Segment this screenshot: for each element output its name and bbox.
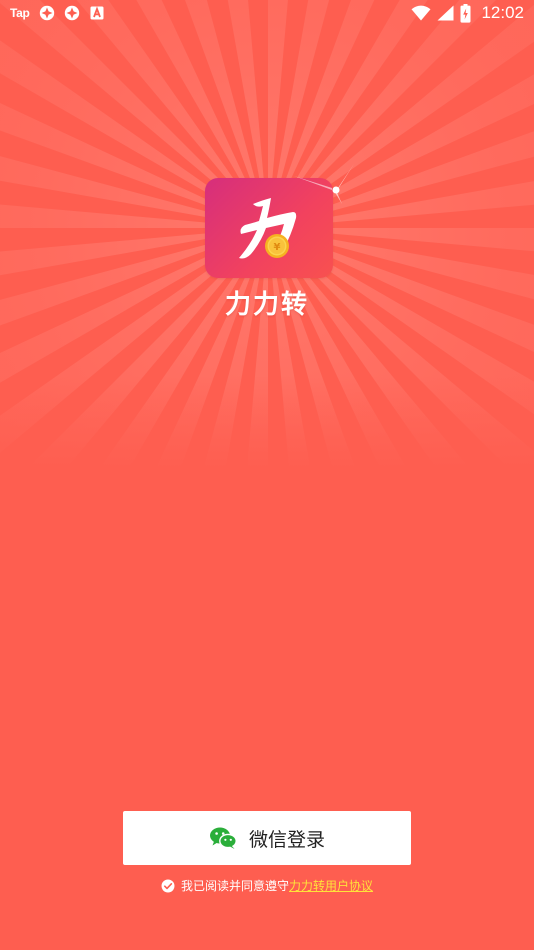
wechat-login-label: 微信登录 [248, 828, 325, 851]
wechat-login-button[interactable]: 微信登录 [123, 811, 411, 865]
notification-icons: Tap [10, 5, 105, 21]
wifi-icon [411, 5, 431, 21]
signal-icon [437, 5, 454, 21]
svg-text:¥: ¥ [274, 242, 281, 253]
accessibility-app-icon [90, 6, 104, 20]
app-name: 力力转 [224, 290, 309, 320]
game-app-icon [39, 5, 54, 21]
wechat-icon [209, 827, 237, 849]
system-status-icons: 12:02 [411, 3, 524, 23]
game-app-icon-2 [64, 5, 79, 21]
tap-app-icon: Tap [10, 6, 30, 20]
agreement-row: 我已阅读并同意遵守 力力转用户协议 [0, 877, 534, 894]
app-logo: ¥ [205, 178, 333, 278]
li-coin-logo-icon: ¥ [239, 198, 297, 259]
agree-checkbox[interactable] [161, 879, 175, 893]
clock: 12:02 [481, 3, 524, 22]
agreement-text: 我已阅读并同意遵守 [180, 879, 289, 893]
status-bar: Tap 12:02 [0, 0, 534, 28]
battery-icon [460, 3, 471, 23]
user-agreement-link[interactable]: 力力转用户协议 [289, 877, 373, 894]
